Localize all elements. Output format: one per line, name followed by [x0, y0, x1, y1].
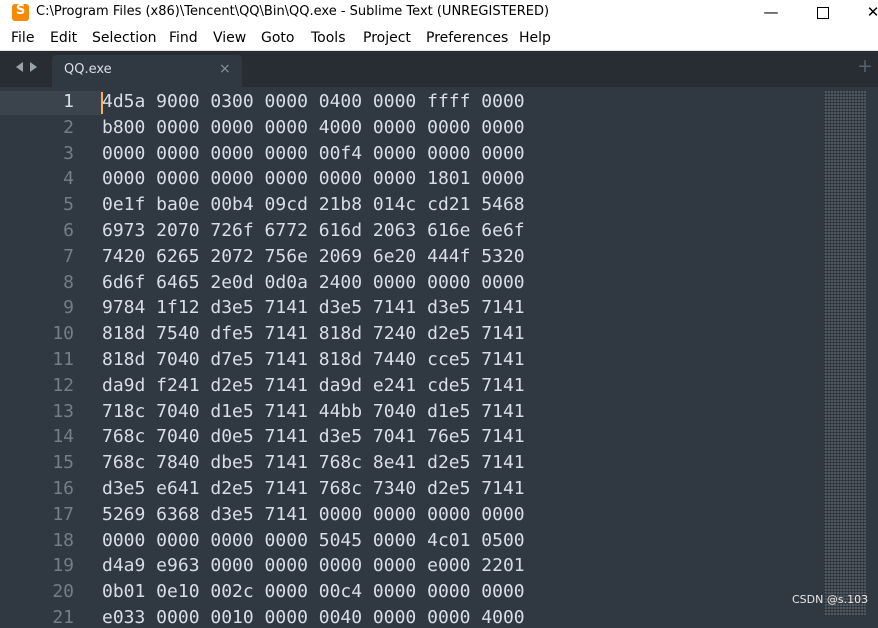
line-number: 5	[63, 194, 74, 216]
code-line[interactable]: 718c 7040 d1e5 7141 44bb 7040 d1e5 7141	[102, 401, 525, 422]
minimize-button[interactable]: —	[748, 0, 794, 26]
tab-close-icon[interactable]: ×	[219, 61, 231, 77]
code-line[interactable]: 768c 7840 dbe5 7141 768c 8e41 d2e5 7141	[102, 452, 525, 473]
line-number: 15	[52, 452, 74, 474]
editor-area[interactable]: 1 4d5a 9000 0300 0000 0400 0000 ffff 0000…	[0, 87, 878, 628]
menu-preferences[interactable]: Preferences	[426, 30, 508, 46]
code-line[interactable]: 0000 0000 0000 0000 5045 0000 4c01 0500	[102, 530, 525, 551]
code-line[interactable]: 0b01 0e10 002c 0000 00c4 0000 0000 0000	[102, 581, 525, 602]
tab-nav-left-icon[interactable]	[16, 62, 23, 72]
code-line[interactable]: 818d 7040 d7e5 7141 818d 7440 cce5 7141	[102, 349, 525, 370]
line-number: 10	[52, 323, 74, 345]
code-line[interactable]: 6d6f 6465 2e0d 0d0a 2400 0000 0000 0000	[102, 272, 525, 293]
line-number: 13	[52, 400, 74, 422]
menu-selection[interactable]: Selection	[92, 30, 157, 46]
watermark: CSDN @s.103	[792, 593, 869, 606]
line-number: 17	[52, 503, 74, 525]
menu-find[interactable]: Find	[169, 30, 198, 46]
code-line[interactable]: 6973 2070 726f 6772 616d 2063 616e 6e6f	[102, 220, 525, 241]
line-number: 14	[52, 426, 74, 448]
tab-nav-right-icon[interactable]	[30, 62, 37, 72]
line-number: 3	[63, 142, 74, 164]
line-number: 21	[52, 607, 74, 628]
tab-bar: QQ.exe × +	[0, 51, 878, 87]
menu-goto[interactable]: Goto	[261, 30, 294, 46]
code-line[interactable]: 5269 6368 d3e5 7141 0000 0000 0000 0000	[102, 504, 525, 525]
title-bar: C:\Program Files (x86)\Tencent\QQ\Bin\QQ…	[0, 0, 878, 26]
code-line[interactable]: b800 0000 0000 0000 4000 0000 0000 0000	[102, 117, 525, 138]
line-number: 8	[63, 271, 74, 293]
line-number: 19	[52, 555, 74, 577]
code-line[interactable]: 0000 0000 0000 0000 0000 0000 1801 0000	[102, 168, 525, 189]
code-line[interactable]: 818d 7540 dfe5 7141 818d 7240 d2e5 7141	[102, 323, 525, 344]
menu-tools[interactable]: Tools	[311, 30, 346, 46]
code-line[interactable]: d3e5 e641 d2e5 7141 768c 7340 d2e5 7141	[102, 478, 525, 499]
line-number: 20	[52, 581, 74, 603]
line-number: 12	[52, 374, 74, 396]
code-line[interactable]: 0000 0000 0000 0000 00f4 0000 0000 0000	[102, 143, 525, 164]
code-line[interactable]: 0e1f ba0e 00b4 09cd 21b8 014c cd21 5468	[102, 194, 525, 215]
line-number: 9	[63, 297, 74, 319]
close-button[interactable]: ✕	[850, 0, 878, 26]
tab-qq-exe[interactable]: QQ.exe ×	[52, 55, 242, 87]
line-number: 6	[63, 220, 74, 241]
line-number: 7	[63, 245, 74, 267]
line-number: 4	[63, 168, 74, 190]
menu-bar: File Edit Selection Find View Goto Tools…	[0, 26, 878, 51]
new-tab-icon[interactable]: +	[857, 55, 873, 77]
menu-edit[interactable]: Edit	[50, 30, 77, 46]
code-line[interactable]: 9784 1f12 d3e5 7141 d3e5 7141 d3e5 7141	[102, 297, 525, 318]
code-line[interactable]: 7420 6265 2072 756e 2069 6e20 444f 5320	[102, 246, 525, 267]
tab-label: QQ.exe	[64, 62, 112, 77]
line-number: 2	[63, 116, 74, 138]
code-line[interactable]: e033 0000 0010 0000 0040 0000 0000 4000	[102, 607, 525, 628]
line-number: 18	[52, 529, 74, 551]
line-number: 1	[63, 91, 74, 112]
minimap[interactable]	[824, 90, 866, 616]
code-line[interactable]: 768c 7040 d0e5 7141 d3e5 7041 76e5 7141	[102, 426, 525, 447]
sublime-text-icon	[12, 3, 29, 21]
code-line[interactable]: d4a9 e963 0000 0000 0000 0000 e000 2201	[102, 555, 525, 576]
maximize-button[interactable]	[800, 0, 846, 26]
line-number: 16	[52, 478, 74, 499]
window-title: C:\Program Files (x86)\Tencent\QQ\Bin\QQ…	[36, 4, 550, 19]
line-number: 11	[52, 349, 74, 370]
code-line[interactable]: 4d5a 9000 0300 0000 0400 0000 ffff 0000	[102, 91, 525, 112]
code-line[interactable]: da9d f241 d2e5 7141 da9d e241 cde5 7141	[102, 375, 525, 396]
menu-view[interactable]: View	[213, 30, 246, 46]
menu-file[interactable]: File	[11, 30, 34, 46]
menu-project[interactable]: Project	[363, 30, 411, 46]
text-caret	[101, 92, 103, 114]
maximize-icon	[817, 7, 829, 19]
menu-help[interactable]: Help	[519, 30, 551, 46]
